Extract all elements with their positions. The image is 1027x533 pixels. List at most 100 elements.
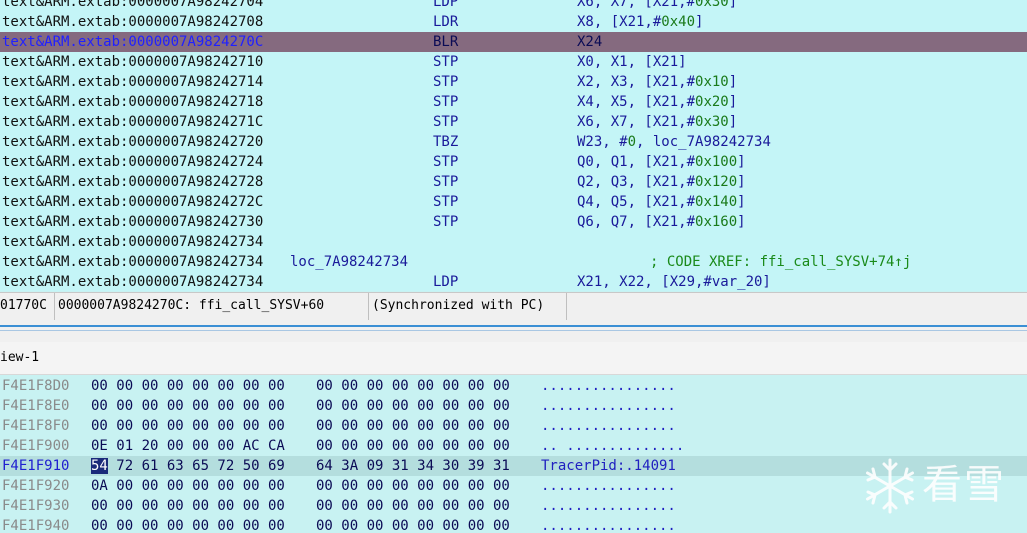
hex-bytes-low: 54 72 61 63 65 72 50 69 — [91, 456, 285, 476]
hex-address: F4E1F8D0 — [2, 378, 70, 394]
hex-address: F4E1F940 — [2, 518, 70, 533]
panel-splitter[interactable] — [0, 320, 1027, 342]
hex-ascii: ................ — [541, 378, 676, 394]
hex-bytes-high: 00 00 00 00 00 00 00 00 — [316, 498, 510, 514]
instruction-operands: X24 — [577, 32, 602, 52]
listing-address: text&ARM.extab:0000007A98242720 — [2, 134, 264, 150]
operand-text: X4, X5, [X21,# — [577, 94, 696, 110]
instruction-operands: X0, X1, [X21] — [577, 52, 687, 72]
hex-bytes-rest: 72 61 63 65 72 50 69 — [107, 458, 285, 474]
operand-text: X6, X7, [X21,# — [577, 0, 696, 10]
listing-line[interactable]: text&ARM.extab:0000007A98242718 STP X4, X5… — [0, 92, 1027, 112]
hex-view-tabbar: iew-1 — [0, 342, 1027, 375]
hex-cursor[interactable]: 54 — [91, 458, 108, 474]
instruction-operands: X6, X7, [X21,#0x30] — [577, 0, 737, 12]
hex-bytes-high: 00 00 00 00 00 00 00 00 — [316, 518, 510, 533]
hex-ascii: TracerPid:.14091 — [541, 458, 676, 474]
operand-text: Q0, Q1, [X21,# — [577, 154, 696, 170]
instruction-operands: X8, [X21,#0x40] — [577, 12, 703, 32]
hex-bytes-low: 00 00 00 00 00 00 00 00 — [91, 378, 285, 394]
status-bar: 01770C 0000007A9824270C: ffi_call_SYSV+6… — [0, 292, 1027, 321]
listing-line[interactable]: text&ARM.extab:0000007A98242704 LDP X6, X7… — [0, 0, 1027, 12]
hex-ascii: ................ — [541, 478, 676, 494]
hex-row[interactable]: F4E1F8E0 00 00 00 00 00 00 00 00 00 00 00 … — [0, 396, 1027, 416]
operand-number: 0x20 — [695, 94, 729, 110]
hex-bytes-low: 0E 01 20 00 00 00 AC CA — [91, 438, 285, 454]
splitter-line-secondary — [0, 330, 1027, 331]
listing-line[interactable]: text&ARM.extab:0000007A98242734 loc_7A982… — [0, 252, 1027, 272]
status-separator — [566, 293, 568, 320]
hex-bytes-high: 00 00 00 00 00 00 00 00 — [316, 398, 510, 414]
operand-text: Q6, Q7, [X21,# — [577, 214, 696, 230]
listing-line[interactable]: text&ARM.extab:0000007A98242724 STP Q0, Q1… — [0, 152, 1027, 172]
listing-address: text&ARM.extab:0000007A98242734 — [2, 274, 264, 290]
instruction-operands: X21, X22, [X29,#var_20] — [577, 272, 771, 291]
hex-row[interactable]: F4E1F900 0E 01 20 00 00 00 AC CA 00 00 00 … — [0, 436, 1027, 456]
listing-address: text&ARM.extab:0000007A9824271C — [2, 114, 264, 130]
listing-address: text&ARM.extab:0000007A98242734 — [2, 234, 264, 250]
hex-row[interactable]: F4E1F940 00 00 00 00 00 00 00 00 00 00 00 … — [0, 516, 1027, 533]
instruction-mnemonic: STP — [433, 94, 459, 110]
hex-ascii: ................ — [541, 398, 676, 414]
instruction-operands: X2, X3, [X21,#0x10] — [577, 72, 737, 92]
hex-address: F4E1F900 — [2, 438, 70, 454]
operand-text: ] — [728, 0, 738, 10]
instruction-mnemonic: STP — [433, 214, 459, 230]
listing-line[interactable]: text&ARM.extab:0000007A9824272C STP Q4, Q5… — [0, 192, 1027, 212]
instruction-mnemonic: STP — [433, 154, 459, 170]
kanxue-watermark: 看雪 — [860, 456, 1020, 518]
hex-bytes-high: 00 00 00 00 00 00 00 00 — [316, 478, 510, 494]
listing-line[interactable]: text&ARM.extab:0000007A98242720 TBZ W23, #… — [0, 132, 1027, 152]
operand-text: W23, # — [577, 134, 628, 150]
operand-text: X21, X22, [X29,#var_20] — [577, 274, 771, 290]
operand-text: Q4, Q5, [X21,# — [577, 194, 696, 210]
hex-row[interactable]: F4E1F8F0 00 00 00 00 00 00 00 00 00 00 00 … — [0, 416, 1027, 436]
operand-text: ] — [728, 94, 738, 110]
operand-number: 0x160 — [695, 214, 738, 230]
instruction-mnemonic: BLR — [433, 34, 459, 50]
operand-text: ] — [737, 194, 746, 210]
disassembly-view[interactable]: text&ARM.extab:0000007A98242704 LDP X6, X7… — [0, 0, 1027, 291]
listing-line[interactable]: text&ARM.extab:0000007A98242728 STP Q2, Q3… — [0, 172, 1027, 192]
operand-text: X8, [X21,# — [577, 14, 662, 30]
listing-line[interactable]: text&ARM.extab:0000007A98242734 — [0, 232, 1027, 252]
operand-number: 0x120 — [695, 174, 738, 190]
hex-bytes-low: 00 00 00 00 00 00 00 00 — [91, 418, 285, 434]
listing-address: text&ARM.extab:0000007A98242704 — [2, 0, 264, 10]
listing-address: text&ARM.extab:0000007A9824272C — [2, 194, 264, 210]
listing-address: text&ARM.extab:0000007A98242728 — [2, 174, 264, 190]
listing-line[interactable]: text&ARM.extab:0000007A98242714 STP X2, X3… — [0, 72, 1027, 92]
listing-line[interactable]: text&ARM.extab:0000007A9824271C STP X6, X7… — [0, 112, 1027, 132]
hex-address: F4E1F930 — [2, 498, 70, 514]
tab-hex-view[interactable]: iew-1 — [0, 342, 39, 374]
operand-number: 0x140 — [695, 194, 738, 210]
hex-bytes-low: 00 00 00 00 00 00 00 00 — [91, 498, 285, 514]
operand-text: X24 — [577, 34, 603, 50]
hex-address: F4E1F920 — [2, 478, 70, 494]
operand-text: ] — [728, 74, 738, 90]
hex-address: F4E1F910 — [2, 458, 70, 474]
file-offset: 01770C — [0, 298, 47, 313]
listing-line[interactable]: text&ARM.extab:0000007A98242708 LDR X8, [X… — [0, 12, 1027, 32]
operand-text: ] — [737, 174, 746, 190]
operand-text: ] — [695, 14, 704, 30]
listing-line[interactable]: text&ARM.extab:0000007A98242730 STP Q6, Q7… — [0, 212, 1027, 232]
operand-text: X0, X1, [X21] — [577, 54, 687, 70]
hex-bytes-high: 00 00 00 00 00 00 00 00 — [316, 418, 510, 434]
sync-status: (Synchronized with PC) — [368, 293, 544, 320]
hex-row[interactable]: F4E1F8D0 00 00 00 00 00 00 00 00 00 00 00 … — [0, 376, 1027, 396]
operand-text: ] — [737, 154, 746, 170]
instruction-mnemonic: STP — [433, 174, 459, 190]
listing-line[interactable]: text&ARM.extab:0000007A98242734 LDP X21, X… — [0, 272, 1027, 291]
listing-line[interactable]: text&ARM.extab:0000007A98242710 STP X0, X1… — [0, 52, 1027, 72]
instruction-mnemonic: STP — [433, 114, 459, 130]
hex-bytes-low: 0A 00 00 00 00 00 00 00 — [91, 478, 285, 494]
instruction-operands: W23, #0, loc_7A98242734 — [577, 132, 771, 152]
listing-line-current[interactable]: text&ARM.extab:0000007A9824270C BLR X24 — [0, 32, 1027, 52]
hex-bytes-high: 64 3A 09 31 34 30 39 31 — [316, 458, 510, 474]
code-label[interactable]: loc_7A98242734 — [290, 252, 408, 272]
hex-bytes-high: 00 00 00 00 00 00 00 00 — [316, 438, 510, 454]
hex-ascii: ................ — [541, 498, 676, 514]
hex-bytes-low: 00 00 00 00 00 00 00 00 — [91, 518, 285, 533]
operand-text: X2, X3, [X21,# — [577, 74, 696, 90]
